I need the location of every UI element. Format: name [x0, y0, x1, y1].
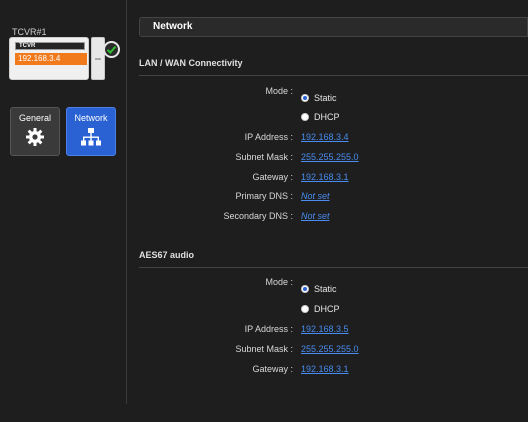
lan-secondary-dns-value[interactable]: Not set: [301, 211, 330, 221]
aes67-ip-value[interactable]: 192.168.3.5: [301, 324, 349, 334]
device-name: TCVR#1: [12, 27, 47, 37]
aes67-mode-dhcp-radio[interactable]: DHCP: [301, 304, 340, 314]
lan-subnet-value[interactable]: 255.255.255.0: [301, 152, 359, 162]
lan-section-title: LAN / WAN Connectivity: [139, 58, 243, 68]
aes67-mode-dhcp-label: DHCP: [314, 304, 340, 314]
aes67-subnet-value[interactable]: 255.255.255.0: [301, 344, 359, 354]
aes67-ip-label: IP Address :: [244, 324, 293, 334]
lan-mode-dhcp-label: DHCP: [314, 112, 340, 122]
lan-mode-static-label: Static: [314, 93, 337, 103]
lan-primary-dns-value[interactable]: Not set: [301, 191, 330, 201]
aes67-gateway-value[interactable]: 192.168.3.1: [301, 364, 349, 374]
lan-divider: [139, 75, 528, 76]
lan-mode-static-radio[interactable]: Static: [301, 93, 337, 103]
radio-unchecked-icon: [301, 113, 309, 121]
lan-mode-dhcp-radio[interactable]: DHCP: [301, 112, 340, 122]
lan-ip-value[interactable]: 192.168.3.4: [301, 132, 349, 142]
lan-gateway-label: Gateway :: [252, 172, 293, 182]
network-icon: [80, 127, 102, 152]
lan-mode-label: Mode :: [265, 86, 293, 96]
device-side-panel: [91, 37, 105, 80]
nav-network-button[interactable]: Network: [66, 107, 116, 156]
nav-network-label: Network: [74, 113, 108, 123]
aes67-mode-static-label: Static: [314, 284, 337, 294]
aes67-mode-label: Mode :: [265, 277, 293, 287]
lan-ip-label: IP Address :: [244, 132, 293, 142]
sidebar: TCVR#1 TCVR 192.168.3.4 General Network: [0, 0, 127, 404]
gear-icon: [25, 127, 45, 152]
nav-general-button[interactable]: General: [10, 107, 60, 156]
aes67-gateway-label: Gateway :: [252, 364, 293, 374]
lan-secondary-dns-label: Secondary DNS :: [223, 211, 293, 221]
nav-general-label: General: [18, 113, 52, 123]
device-card-ip: 192.168.3.4: [15, 53, 87, 65]
device-card[interactable]: TCVR 192.168.3.4: [9, 37, 89, 80]
aes67-section-title: AES67 audio: [139, 250, 195, 260]
aes67-divider: [139, 267, 528, 268]
lan-subnet-label: Subnet Mask :: [235, 152, 293, 162]
lan-primary-dns-label: Primary DNS :: [235, 191, 293, 201]
aes67-mode-static-radio[interactable]: Static: [301, 284, 337, 294]
lan-gateway-value[interactable]: 192.168.3.1: [301, 172, 349, 182]
radio-checked-icon: [301, 94, 309, 102]
radio-unchecked-icon: [301, 305, 309, 313]
device-card-label: TCVR: [15, 42, 85, 50]
radio-checked-icon: [301, 285, 309, 293]
aes67-subnet-label: Subnet Mask :: [235, 344, 293, 354]
page-title: Network: [139, 17, 528, 37]
check-icon: [103, 41, 120, 58]
